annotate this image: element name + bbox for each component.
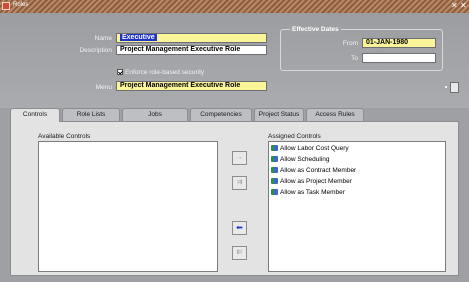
tab-controls[interactable]: Controls [10, 108, 60, 122]
list-item-label: Allow Labor Cost Query [280, 145, 349, 152]
close-icon[interactable]: ✕ [460, 1, 467, 11]
window-title: Roles [13, 2, 29, 8]
move-all-left-button[interactable]: ⇇ [232, 246, 247, 260]
control-icon [271, 167, 278, 173]
name-value: Executive [120, 34, 157, 41]
control-icon [271, 145, 278, 151]
app-icon [2, 2, 10, 10]
description-label: Description [79, 47, 112, 54]
to-date-field[interactable] [362, 53, 436, 63]
assigned-controls-label: Assigned Controls [268, 133, 321, 140]
minimize-icon[interactable]: ✕ [451, 1, 458, 11]
effective-dates-group [280, 29, 443, 71]
divider-dot [445, 86, 447, 88]
control-icon [271, 178, 278, 184]
list-item-label: Allow as Task Member [280, 189, 345, 196]
enforce-security-label: Enforce role-based security [125, 69, 205, 76]
title-bar: Roles ✕ ✕ [0, 0, 469, 13]
list-item[interactable]: Allow Scheduling [271, 155, 330, 165]
list-item-label: Allow Scheduling [280, 156, 330, 163]
list-item[interactable]: Allow as Task Member [271, 188, 345, 198]
arrow-left-icon: ⬅ [236, 223, 243, 232]
list-item-label: Allow as Project Member [280, 178, 352, 185]
checkbox-icon[interactable] [117, 69, 123, 75]
menu-field[interactable]: Project Management Executive Role [116, 81, 267, 91]
name-field[interactable]: Executive [116, 33, 267, 43]
move-left-button[interactable]: ⬅ [232, 221, 247, 235]
tab-role-lists[interactable]: Role Lists [62, 108, 120, 121]
tab-access-rules[interactable]: Access Rules [306, 108, 364, 121]
enforce-security-checkbox[interactable]: Enforce role-based security [117, 69, 204, 76]
list-item[interactable]: Allow as Project Member [271, 177, 352, 187]
effective-dates-title: Effective Dates [290, 26, 341, 33]
control-icon [271, 189, 278, 195]
roles-window: Roles ✕ ✕ Name Executive Description Pro… [0, 0, 469, 282]
list-item[interactable]: Allow as Contract Member [271, 166, 356, 176]
tab-project-status[interactable]: Project Status [254, 108, 304, 121]
move-all-right-button[interactable]: ⇉ [232, 176, 247, 190]
control-icon [271, 156, 278, 162]
assigned-controls-list[interactable]: Allow Labor Cost Query Allow Scheduling … [268, 141, 446, 272]
name-label: Name [94, 35, 112, 42]
menu-label: Menu [95, 84, 112, 91]
from-date-field[interactable]: 01-JAN-1980 [362, 38, 436, 48]
move-right-button[interactable]: → [232, 151, 247, 165]
available-controls-label: Available Controls [38, 133, 91, 140]
description-field[interactable]: Project Management Executive Role [116, 45, 267, 55]
arrow-right-icon: → [236, 154, 243, 161]
double-arrow-left-icon: ⇇ [236, 249, 243, 256]
list-item-label: Allow as Contract Member [280, 167, 357, 174]
double-arrow-right-icon: ⇉ [236, 179, 243, 186]
available-controls-list[interactable] [38, 141, 218, 272]
tab-competencies[interactable]: Competencies [190, 108, 252, 121]
list-item[interactable]: Allow Labor Cost Query [271, 144, 349, 154]
from-label: From [342, 40, 358, 47]
tab-jobs[interactable]: Jobs [122, 108, 188, 121]
descriptive-flexfield-button[interactable] [450, 82, 459, 93]
to-label: To [351, 55, 358, 62]
